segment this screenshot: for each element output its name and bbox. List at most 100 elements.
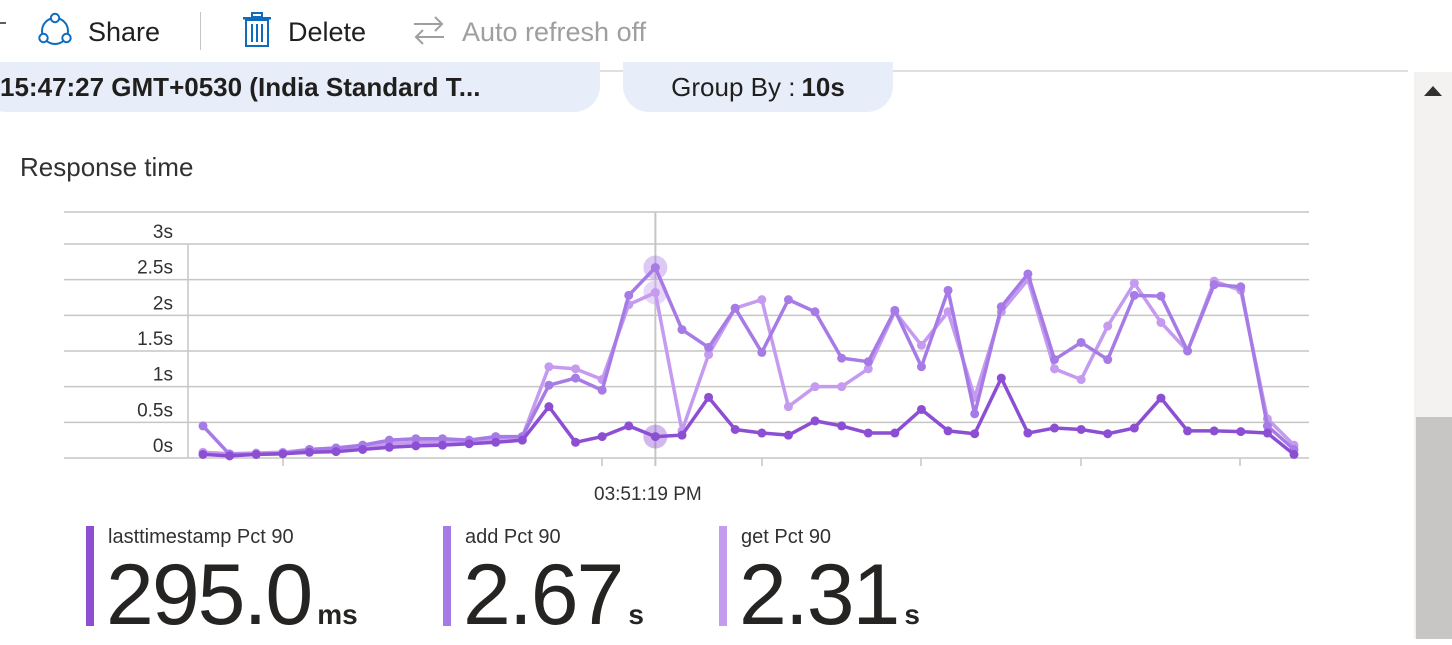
group-by-value: 10s — [801, 71, 845, 102]
data-point — [996, 302, 1006, 312]
data-point — [304, 447, 314, 457]
time-range-pill[interactable]: 15:47:27 GMT+0530 (India Standard T... — [0, 62, 600, 112]
legend-series-unit: s — [904, 599, 920, 630]
scroll-up-arrow-icon[interactable] — [1424, 86, 1442, 96]
trash-icon — [240, 11, 274, 54]
data-point — [517, 435, 527, 445]
data-point — [916, 362, 926, 372]
data-point — [571, 364, 581, 374]
data-point — [704, 342, 714, 352]
data-point — [278, 449, 288, 459]
data-point — [1023, 269, 1033, 279]
response-time-chart[interactable]: 0s 0.5s 1s 1.5s 2s 2.5s 3s — [0, 200, 1320, 475]
data-point — [916, 404, 926, 414]
hover-time-label: 03:51:19 PM — [594, 484, 702, 505]
data-point — [597, 385, 607, 395]
legend-color-bar — [86, 526, 94, 626]
y-tick-label: 3s — [153, 222, 173, 243]
data-point — [1209, 280, 1219, 290]
data-point — [1156, 317, 1166, 327]
data-point — [837, 353, 847, 363]
data-point — [384, 442, 394, 452]
data-point — [757, 428, 767, 438]
data-point — [1050, 364, 1060, 374]
data-point — [571, 373, 581, 383]
data-point — [1156, 393, 1166, 403]
data-point — [970, 409, 980, 419]
data-point — [943, 285, 953, 295]
data-point — [1209, 426, 1219, 436]
legend-series-unit: s — [628, 599, 644, 630]
data-point — [890, 428, 900, 438]
data-point — [1050, 423, 1060, 433]
data-point — [1236, 282, 1246, 292]
data-point — [1050, 355, 1060, 365]
data-point — [783, 402, 793, 412]
data-point — [863, 428, 873, 438]
data-point — [358, 444, 368, 454]
legend-color-bar — [443, 526, 451, 626]
legend-color-bar — [719, 526, 727, 626]
data-point — [730, 424, 740, 434]
data-point — [544, 362, 554, 372]
auto-refresh-button[interactable]: Auto refresh off — [410, 10, 646, 54]
data-point — [1156, 291, 1166, 301]
command-bar: Share Delete Auto refresh off — [0, 0, 1410, 64]
data-point — [810, 416, 820, 426]
hover-marker — [643, 424, 668, 449]
data-point — [970, 429, 980, 439]
data-point — [1129, 278, 1139, 288]
data-point — [1103, 321, 1113, 331]
y-tick-label: 0s — [153, 436, 173, 457]
legend-item-lasttimestamp[interactable]: lasttimestamp Pct 90 295.0 ms — [86, 524, 426, 643]
y-tick-label: 1s — [153, 365, 173, 386]
data-point — [1076, 375, 1086, 385]
data-point — [1236, 427, 1246, 437]
data-point — [1103, 429, 1113, 439]
data-point — [437, 440, 447, 450]
data-point — [1289, 449, 1299, 459]
vertical-scrollbar[interactable] — [1414, 72, 1452, 639]
data-point — [411, 441, 421, 451]
hover-marker — [643, 255, 668, 280]
data-point — [677, 325, 687, 335]
data-point — [1076, 337, 1086, 347]
data-point — [597, 432, 607, 442]
scroll-thumb[interactable] — [1416, 417, 1452, 639]
data-point — [1103, 355, 1113, 365]
data-point — [1129, 290, 1139, 300]
chart-title: Response time — [20, 152, 194, 182]
data-point — [810, 382, 820, 392]
y-tick-label: 2s — [153, 293, 173, 314]
data-point — [1023, 428, 1033, 438]
data-point — [996, 373, 1006, 383]
data-point — [757, 347, 767, 357]
collapse-chevron-icon[interactable] — [0, 22, 6, 24]
data-point — [624, 290, 634, 300]
legend-item-add[interactable]: add Pct 90 2.67 s — [443, 524, 703, 643]
delete-button[interactable]: Delete — [240, 10, 366, 54]
share-icon — [36, 11, 74, 54]
data-point — [544, 380, 554, 390]
data-point — [704, 392, 714, 402]
data-point — [890, 305, 900, 315]
data-point — [943, 426, 953, 436]
data-point — [1183, 346, 1193, 356]
data-point — [757, 295, 767, 305]
time-range-text: 15:47:27 GMT+0530 (India Standard T... — [0, 71, 481, 102]
data-point — [464, 439, 474, 449]
data-point — [571, 437, 581, 447]
y-tick-label: 0.5s — [137, 400, 173, 421]
data-point — [251, 449, 261, 459]
group-by-pill[interactable]: Group By : 10s — [623, 62, 893, 112]
data-point — [624, 421, 634, 431]
legend-series-unit: ms — [317, 599, 358, 630]
legend-series-value: 2.31 s — [739, 547, 920, 643]
share-button[interactable]: Share — [36, 10, 160, 54]
data-point — [1076, 424, 1086, 434]
data-point — [225, 451, 235, 461]
data-point — [730, 303, 740, 313]
legend-item-get[interactable]: get Pct 90 2.31 s — [719, 524, 979, 643]
data-point — [1183, 426, 1193, 436]
data-point — [491, 437, 501, 447]
